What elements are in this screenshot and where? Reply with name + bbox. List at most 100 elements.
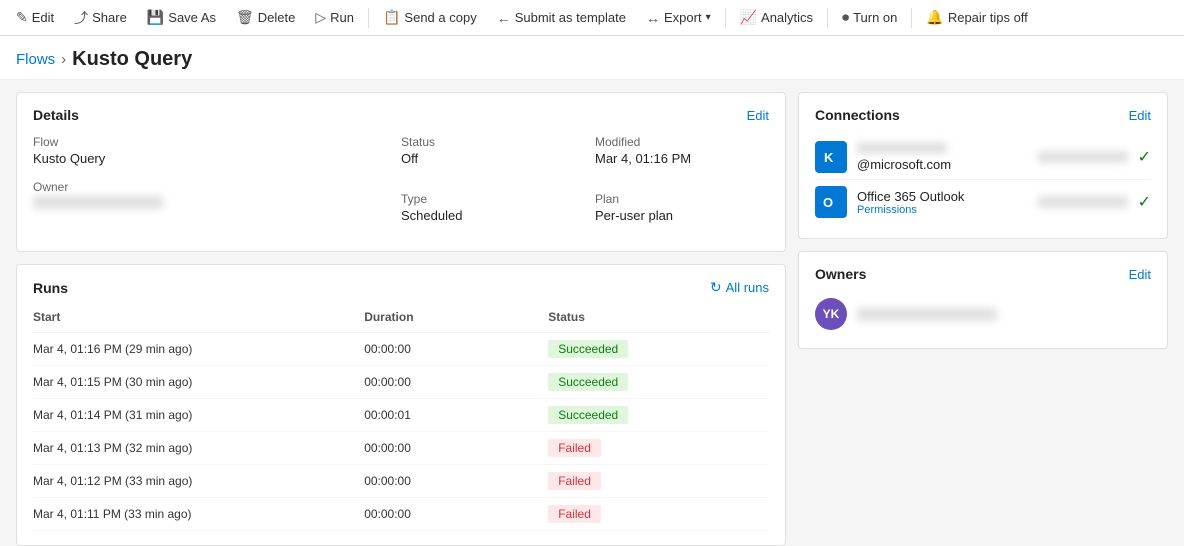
modified-label: Modified <box>595 135 769 149</box>
details-title: Details <box>33 107 79 123</box>
status-badge: Failed <box>548 472 601 490</box>
edit-button[interactable]: ✎ Edit <box>8 5 62 30</box>
details-left: Flow Kusto Query Owner <box>33 135 401 237</box>
runs-table-head: Start Duration Status <box>33 306 769 333</box>
table-row[interactable]: Mar 4, 01:12 PM (33 min ago)00:00:00Fail… <box>33 465 769 498</box>
modified-detail: Modified Mar 4, 01:16 PM <box>595 135 769 166</box>
connection-kusto: K @microsoft.com ✓ <box>815 135 1151 180</box>
owner-name-blurred <box>857 308 997 321</box>
connections-title: Connections <box>815 107 900 123</box>
all-runs-label: All runs <box>726 280 769 295</box>
export-button[interactable]: ↔ Export ▾ <box>638 6 719 30</box>
analytics-label: Analytics <box>761 10 813 25</box>
details-card: Details Edit Flow Kusto Query Owner <box>16 92 786 252</box>
runs-table: Start Duration Status Mar 4, 01:16 PM (2… <box>33 306 769 531</box>
kusto-icon: K <box>815 141 847 173</box>
table-row[interactable]: Mar 4, 01:14 PM (31 min ago)00:00:01Succ… <box>33 399 769 432</box>
plan-label: Plan <box>595 192 769 206</box>
repair-tips-button[interactable]: 🔔 Repair tips off <box>918 5 1035 30</box>
outlook-icon: O <box>815 186 847 218</box>
owner-value <box>33 196 401 212</box>
table-row[interactable]: Mar 4, 01:11 PM (33 min ago)00:00:00Fail… <box>33 498 769 531</box>
submit-template-button[interactable]: ← Submit as template <box>489 6 634 30</box>
kusto-status-icon: ✓ <box>1138 147 1151 167</box>
outlook-permissions-link[interactable]: Permissions <box>857 204 1028 216</box>
details-edit-button[interactable]: Edit <box>747 108 769 123</box>
export-icon: ↔ <box>646 10 660 26</box>
connections-header: Connections Edit <box>815 107 1151 123</box>
right-panel: Connections Edit K @microsoft.com ✓ O <box>798 92 1168 513</box>
run-button[interactable]: ▷ Run <box>307 5 362 30</box>
runs-card: Runs ↻ All runs Start Duration Status Ma… <box>16 264 786 546</box>
run-start: Mar 4, 01:12 PM (33 min ago) <box>33 465 364 498</box>
run-duration: 00:00:00 <box>364 498 548 531</box>
status-badge: Failed <box>548 439 601 457</box>
type-detail: Type Scheduled <box>401 192 575 223</box>
col-duration-header: Duration <box>364 306 548 333</box>
breadcrumb-parent[interactable]: Flows <box>16 51 55 68</box>
flow-value: Kusto Query <box>33 151 401 166</box>
table-row[interactable]: Mar 4, 01:16 PM (29 min ago)00:00:00Succ… <box>33 333 769 366</box>
share-label: Share <box>92 10 127 25</box>
status-detail: Status Off <box>401 135 575 166</box>
connections-edit-button[interactable]: Edit <box>1129 108 1151 123</box>
status-label: Status <box>401 135 575 149</box>
run-status: Succeeded <box>548 333 769 366</box>
type-label: Type <box>401 192 575 206</box>
save-as-button[interactable]: 💾 Save As <box>139 5 224 30</box>
connection-outlook: O Office 365 Outlook Permissions ✓ <box>815 180 1151 224</box>
runs-table-body: Mar 4, 01:16 PM (29 min ago)00:00:00Succ… <box>33 333 769 531</box>
owners-title: Owners <box>815 266 866 282</box>
breadcrumb-current: Kusto Query <box>72 48 192 71</box>
refresh-icon: ↻ <box>710 279 722 296</box>
run-start: Mar 4, 01:15 PM (30 min ago) <box>33 366 364 399</box>
analytics-icon: 📈 <box>740 9 757 26</box>
run-start: Mar 4, 01:16 PM (29 min ago) <box>33 333 364 366</box>
run-icon: ▷ <box>315 9 326 26</box>
type-value: Scheduled <box>401 208 575 223</box>
run-start: Mar 4, 01:11 PM (33 min ago) <box>33 498 364 531</box>
bell-icon: 🔔 <box>926 9 943 26</box>
kusto-conn-info: @microsoft.com <box>857 142 1028 172</box>
status-badge: Succeeded <box>548 340 628 358</box>
outlook-conn-name: Office 365 Outlook <box>857 189 1028 204</box>
delete-icon: 🗑 <box>236 9 254 26</box>
col-status-header: Status <box>548 306 769 333</box>
send-copy-button[interactable]: 📋 Send a copy <box>375 5 485 30</box>
owner-avatar: YK <box>815 298 847 330</box>
export-label: Export <box>664 10 702 25</box>
table-row[interactable]: Mar 4, 01:13 PM (32 min ago)00:00:00Fail… <box>33 432 769 465</box>
outlook-account-blurred <box>1038 196 1128 208</box>
delete-button[interactable]: 🗑 Delete <box>228 5 303 30</box>
owner-row: YK <box>815 294 1151 334</box>
col-start-header: Start <box>33 306 364 333</box>
turn-on-icon: ⏺ <box>842 9 849 26</box>
run-duration: 00:00:00 <box>364 465 548 498</box>
owner-label: Owner <box>33 180 401 194</box>
run-start: Mar 4, 01:14 PM (31 min ago) <box>33 399 364 432</box>
table-row[interactable]: Mar 4, 01:15 PM (30 min ago)00:00:00Succ… <box>33 366 769 399</box>
run-duration: 00:00:01 <box>364 399 548 432</box>
turn-on-label: Turn on <box>853 10 897 25</box>
analytics-button[interactable]: 📈 Analytics <box>732 5 821 30</box>
toolbar-divider-2 <box>725 8 726 28</box>
run-start: Mar 4, 01:13 PM (32 min ago) <box>33 432 364 465</box>
main-content: Details Edit Flow Kusto Query Owner <box>0 80 1184 525</box>
kusto-conn-name: @microsoft.com <box>857 142 1028 172</box>
repair-tips-label: Repair tips off <box>948 10 1028 25</box>
share-button[interactable]: ⤴ Share <box>66 4 135 32</box>
status-badge: Succeeded <box>548 373 628 391</box>
all-runs-button[interactable]: ↻ All runs <box>710 279 769 296</box>
turn-on-button[interactable]: ⏺ Turn on <box>834 5 905 30</box>
run-status: Failed <box>548 498 769 531</box>
toolbar-divider-4 <box>911 8 912 28</box>
outlook-status-icon: ✓ <box>1138 192 1151 212</box>
export-chevron-icon: ▾ <box>706 12 711 23</box>
kusto-account-blurred <box>1038 151 1128 163</box>
save-icon: 💾 <box>147 9 164 26</box>
run-duration: 00:00:00 <box>364 432 548 465</box>
run-duration: 00:00:00 <box>364 366 548 399</box>
plan-detail: Plan Per-user plan <box>595 192 769 223</box>
edit-icon: ✎ <box>16 9 28 26</box>
owners-edit-button[interactable]: Edit <box>1129 267 1151 282</box>
